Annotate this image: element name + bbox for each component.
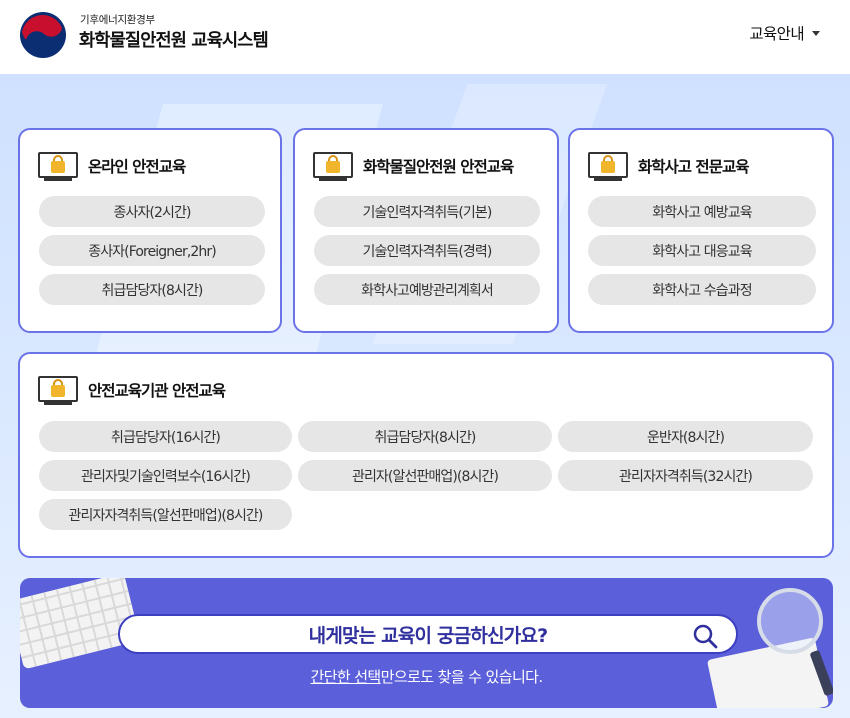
course-button[interactable]: 운반자(8시간) bbox=[558, 421, 813, 452]
course-button[interactable]: 화학사고 수습과정 bbox=[588, 274, 816, 305]
course-button[interactable]: 취급담당자(8시간) bbox=[298, 421, 552, 452]
education-info-menu[interactable]: 교육안내 bbox=[749, 22, 820, 44]
course-button[interactable]: 화학사고 대응교육 bbox=[588, 235, 816, 266]
caret-down-icon bbox=[812, 30, 820, 36]
card-title: 안전교육기관 안전교육 bbox=[88, 382, 226, 400]
government-emblem-logo[interactable] bbox=[18, 10, 68, 60]
course-button[interactable]: 기술인력자격취득(기본) bbox=[314, 196, 540, 227]
search-prompt-text: 내게맞는 교육이 궁금하신가요? bbox=[308, 624, 549, 647]
card-title: 온라인 안전교육 bbox=[88, 158, 186, 176]
system-title[interactable]: 화학물질안전원 교육시스템 bbox=[79, 27, 269, 52]
lock-icon bbox=[588, 152, 628, 181]
course-button[interactable]: 취급담당자(16시간) bbox=[39, 421, 292, 452]
card-header: 안전교육기관 안전교육 bbox=[38, 376, 226, 405]
lock-icon bbox=[38, 152, 78, 181]
course-button[interactable]: 화학사고예방관리계획서 bbox=[314, 274, 540, 305]
card-chemical-accident-education: 화학사고 전문교육 화학사고 예방교육 화학사고 대응교육 화학사고 수습과정 bbox=[568, 128, 834, 333]
course-button[interactable]: 관리자자격취득(32시간) bbox=[558, 460, 813, 491]
course-button[interactable]: 취급담당자(8시간) bbox=[39, 274, 265, 305]
course-button[interactable]: 종사자(Foreigner,2hr) bbox=[39, 235, 265, 266]
course-button[interactable]: 관리자(알선판매업)(8시간) bbox=[298, 460, 552, 491]
banner-subtitle: 간단한 선택만으로도 찾을 수 있습니다. bbox=[20, 666, 833, 687]
card-nics-safety-education: 화학물질안전원 안전교육 기술인력자격취득(기본) 기술인력자격취득(경력) 화… bbox=[293, 128, 559, 333]
card-online-safety-education: 온라인 안전교육 종사자(2시간) 종사자(Foreigner,2hr) 취급담… bbox=[18, 128, 282, 333]
course-button[interactable]: 화학사고 예방교육 bbox=[588, 196, 816, 227]
card-title: 화학사고 전문교육 bbox=[638, 158, 749, 176]
card-header: 화학사고 전문교육 bbox=[588, 152, 749, 181]
course-button[interactable]: 종사자(2시간) bbox=[39, 196, 265, 227]
lock-icon bbox=[38, 376, 78, 405]
banner-subtitle-underlined: 간단한 선택 bbox=[310, 668, 381, 686]
course-button[interactable]: 관리자및기술인력보수(16시간) bbox=[39, 460, 292, 491]
course-button[interactable]: 기술인력자격취득(경력) bbox=[314, 235, 540, 266]
education-info-label: 교육안내 bbox=[749, 25, 804, 43]
card-header: 온라인 안전교육 bbox=[38, 152, 186, 181]
search-icon[interactable] bbox=[692, 623, 718, 649]
course-finder-search-box[interactable]: 내게맞는 교육이 궁금하신가요? bbox=[118, 614, 738, 654]
card-title: 화학물질안전원 안전교육 bbox=[363, 158, 514, 176]
card-institution-safety-education: 안전교육기관 안전교육 취급담당자(16시간) 취급담당자(8시간) 운반자(8… bbox=[18, 352, 834, 558]
magnifier-illustration bbox=[757, 588, 823, 654]
course-finder-banner[interactable]: 내게맞는 교육이 궁금하신가요? 간단한 선택만으로도 찾을 수 있습니다. bbox=[20, 578, 833, 708]
course-button[interactable]: 관리자자격취득(알선판매업)(8시간) bbox=[39, 499, 292, 530]
header: 기후에너지환경부 화학물질안전원 교육시스템 교육안내 bbox=[0, 0, 850, 74]
card-header: 화학물질안전원 안전교육 bbox=[313, 152, 514, 181]
ministry-name: 기후에너지환경부 bbox=[80, 14, 155, 26]
lock-icon bbox=[313, 152, 353, 181]
banner-subtitle-rest: 만으로도 찾을 수 있습니다. bbox=[380, 668, 543, 686]
